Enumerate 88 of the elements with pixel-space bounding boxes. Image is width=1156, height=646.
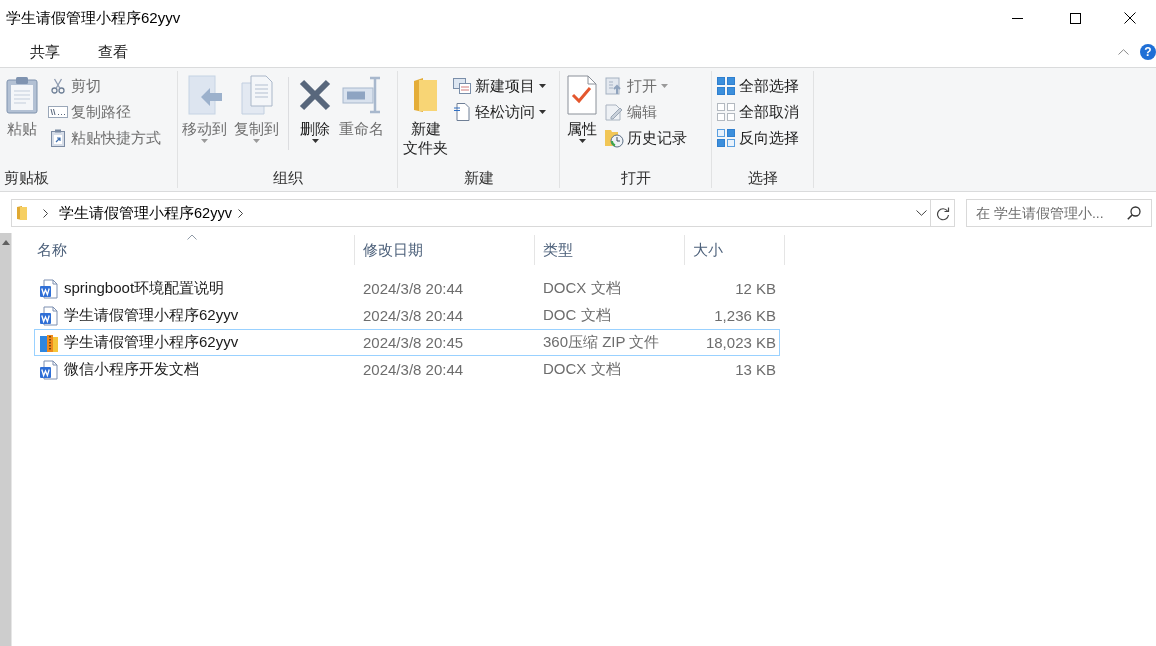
close-icon [1124, 12, 1136, 24]
file-size: 12 KB [734, 280, 777, 297]
caret-icon [311, 139, 319, 143]
chevron-right-icon [237, 208, 243, 218]
chevron-right-icon [43, 208, 48, 218]
rename-field-icon [341, 76, 382, 114]
scissors-icon [51, 78, 65, 94]
new-item-icon [453, 78, 471, 94]
refresh-icon [935, 205, 950, 221]
column-header[interactable]: 名称 [29, 235, 355, 265]
file-type: DOCX 文档 [542, 360, 621, 379]
file-type: DOCX 文档 [542, 279, 621, 298]
search-field[interactable]: 在 学生请假管理小... [966, 199, 1152, 227]
address-bar[interactable]: 学生请假管理小程序62yyv [11, 199, 931, 227]
folder-icon [17, 206, 27, 220]
ribbon-group-label: 组织 [271, 169, 304, 188]
new-folder-button[interactable]: 新建 文件夹 [401, 71, 450, 158]
caret-icon [201, 139, 208, 143]
minimize-icon [1011, 17, 1023, 19]
invert-selection-icon [717, 129, 735, 147]
file-row[interactable]: 学生请假管理小程序62yyv 2024/3/8 20:45 360压缩 ZIP 文件 18,023 KB [34, 329, 780, 356]
file-size: 18,023 KB [704, 334, 777, 351]
file-size: 1,236 KB [713, 307, 777, 324]
left-arrow-panel-icon [186, 75, 223, 115]
file-row[interactable]: 学生请假管理小程序62yyv 2024/3/8 20:44 DOC 文档 1,236 KB [34, 302, 780, 329]
caret-icon [578, 139, 586, 143]
path-field-icon [48, 106, 68, 118]
archive-icon [39, 332, 59, 353]
ribbon-group-label: 剪贴板 [3, 169, 50, 188]
easy-access-button[interactable]: 轻松访问 [453, 99, 548, 125]
x-mark-icon [298, 78, 332, 112]
properties-button[interactable]: 属性 [565, 71, 599, 143]
invert-selection-button[interactable]: 反向选择 [717, 125, 801, 151]
word-document-icon [39, 278, 59, 299]
collapse-ribbon-button[interactable] [1116, 46, 1131, 57]
pencil-document-icon [605, 103, 623, 121]
modified-date: 2024/3/8 20:45 [362, 334, 464, 351]
word-document-icon [39, 359, 59, 380]
column-header[interactable]: 类型 [535, 235, 685, 265]
file-row[interactable]: springboot环境配置说明 2024/3/8 20:44 DOCX 文档 12 KB [34, 275, 780, 302]
help-button[interactable]: ? [1140, 43, 1156, 60]
select-none-icon [717, 103, 735, 121]
caret-icon [539, 84, 546, 88]
ribbon-group-label: 选择 [746, 169, 779, 188]
file-size: 13 KB [734, 361, 777, 378]
select-all-icon [717, 77, 735, 95]
folder-clock-icon [604, 128, 624, 148]
column-header[interactable]: 大小 [685, 235, 785, 265]
file-row[interactable]: 微信小程序开发文档 2024/3/8 20:44 DOCX 文档 13 KB [34, 356, 780, 383]
ribbon-group-label: 新建 [462, 169, 495, 188]
document-icon [454, 103, 470, 121]
column-header[interactable]: 修改日期 [355, 235, 535, 265]
documents-icon [240, 75, 273, 115]
modified-date: 2024/3/8 20:44 [362, 280, 464, 297]
scroll-up-arrow-icon [1, 240, 10, 245]
new-item-button[interactable]: 新建项目 [453, 73, 548, 99]
chevron-up-icon [1118, 48, 1129, 55]
maximize-icon [1069, 12, 1081, 24]
delete-button[interactable]: 删除 [296, 71, 334, 143]
file-name: springboot环境配置说明 [64, 279, 225, 298]
modified-date: 2024/3/8 20:44 [362, 307, 464, 324]
search-icon [1127, 206, 1141, 220]
breadcrumb-link[interactable]: 学生请假管理小程序62yyv [53, 203, 238, 223]
file-type: 360压缩 ZIP 文件 [542, 333, 660, 352]
modified-date: 2024/3/8 20:44 [362, 361, 464, 378]
clipboard-icon [6, 76, 38, 114]
select-none-button[interactable]: 全部取消 [717, 99, 801, 125]
sort-caret-icon [186, 234, 197, 240]
select-all-button[interactable]: 全部选择 [717, 73, 801, 99]
folder-icon [411, 77, 440, 113]
file-type: DOC 文档 [542, 306, 611, 325]
file-name: 微信小程序开发文档 [64, 360, 199, 379]
history-button[interactable]: 历史记录 [605, 125, 689, 151]
scrollbar[interactable] [0, 233, 12, 646]
chevron-down-icon [916, 210, 927, 216]
caret-icon [539, 110, 546, 114]
shortcut-clipboard-icon [51, 129, 65, 147]
word-document-icon [39, 305, 59, 326]
checkmark-document-icon [567, 75, 597, 115]
caret-icon [661, 84, 668, 88]
caret-icon [253, 139, 260, 143]
refresh-button[interactable] [931, 199, 955, 227]
ribbon-group-label: 打开 [619, 169, 652, 188]
file-name: 学生请假管理小程序62yyv [64, 306, 239, 325]
window-title: 学生请假管理小程序62yyv [6, 8, 181, 28]
ribbon-tab[interactable]: 共享 [11, 36, 79, 68]
ribbon-tab[interactable]: 查看 [79, 36, 147, 68]
file-name: 学生请假管理小程序62yyv [64, 333, 239, 352]
